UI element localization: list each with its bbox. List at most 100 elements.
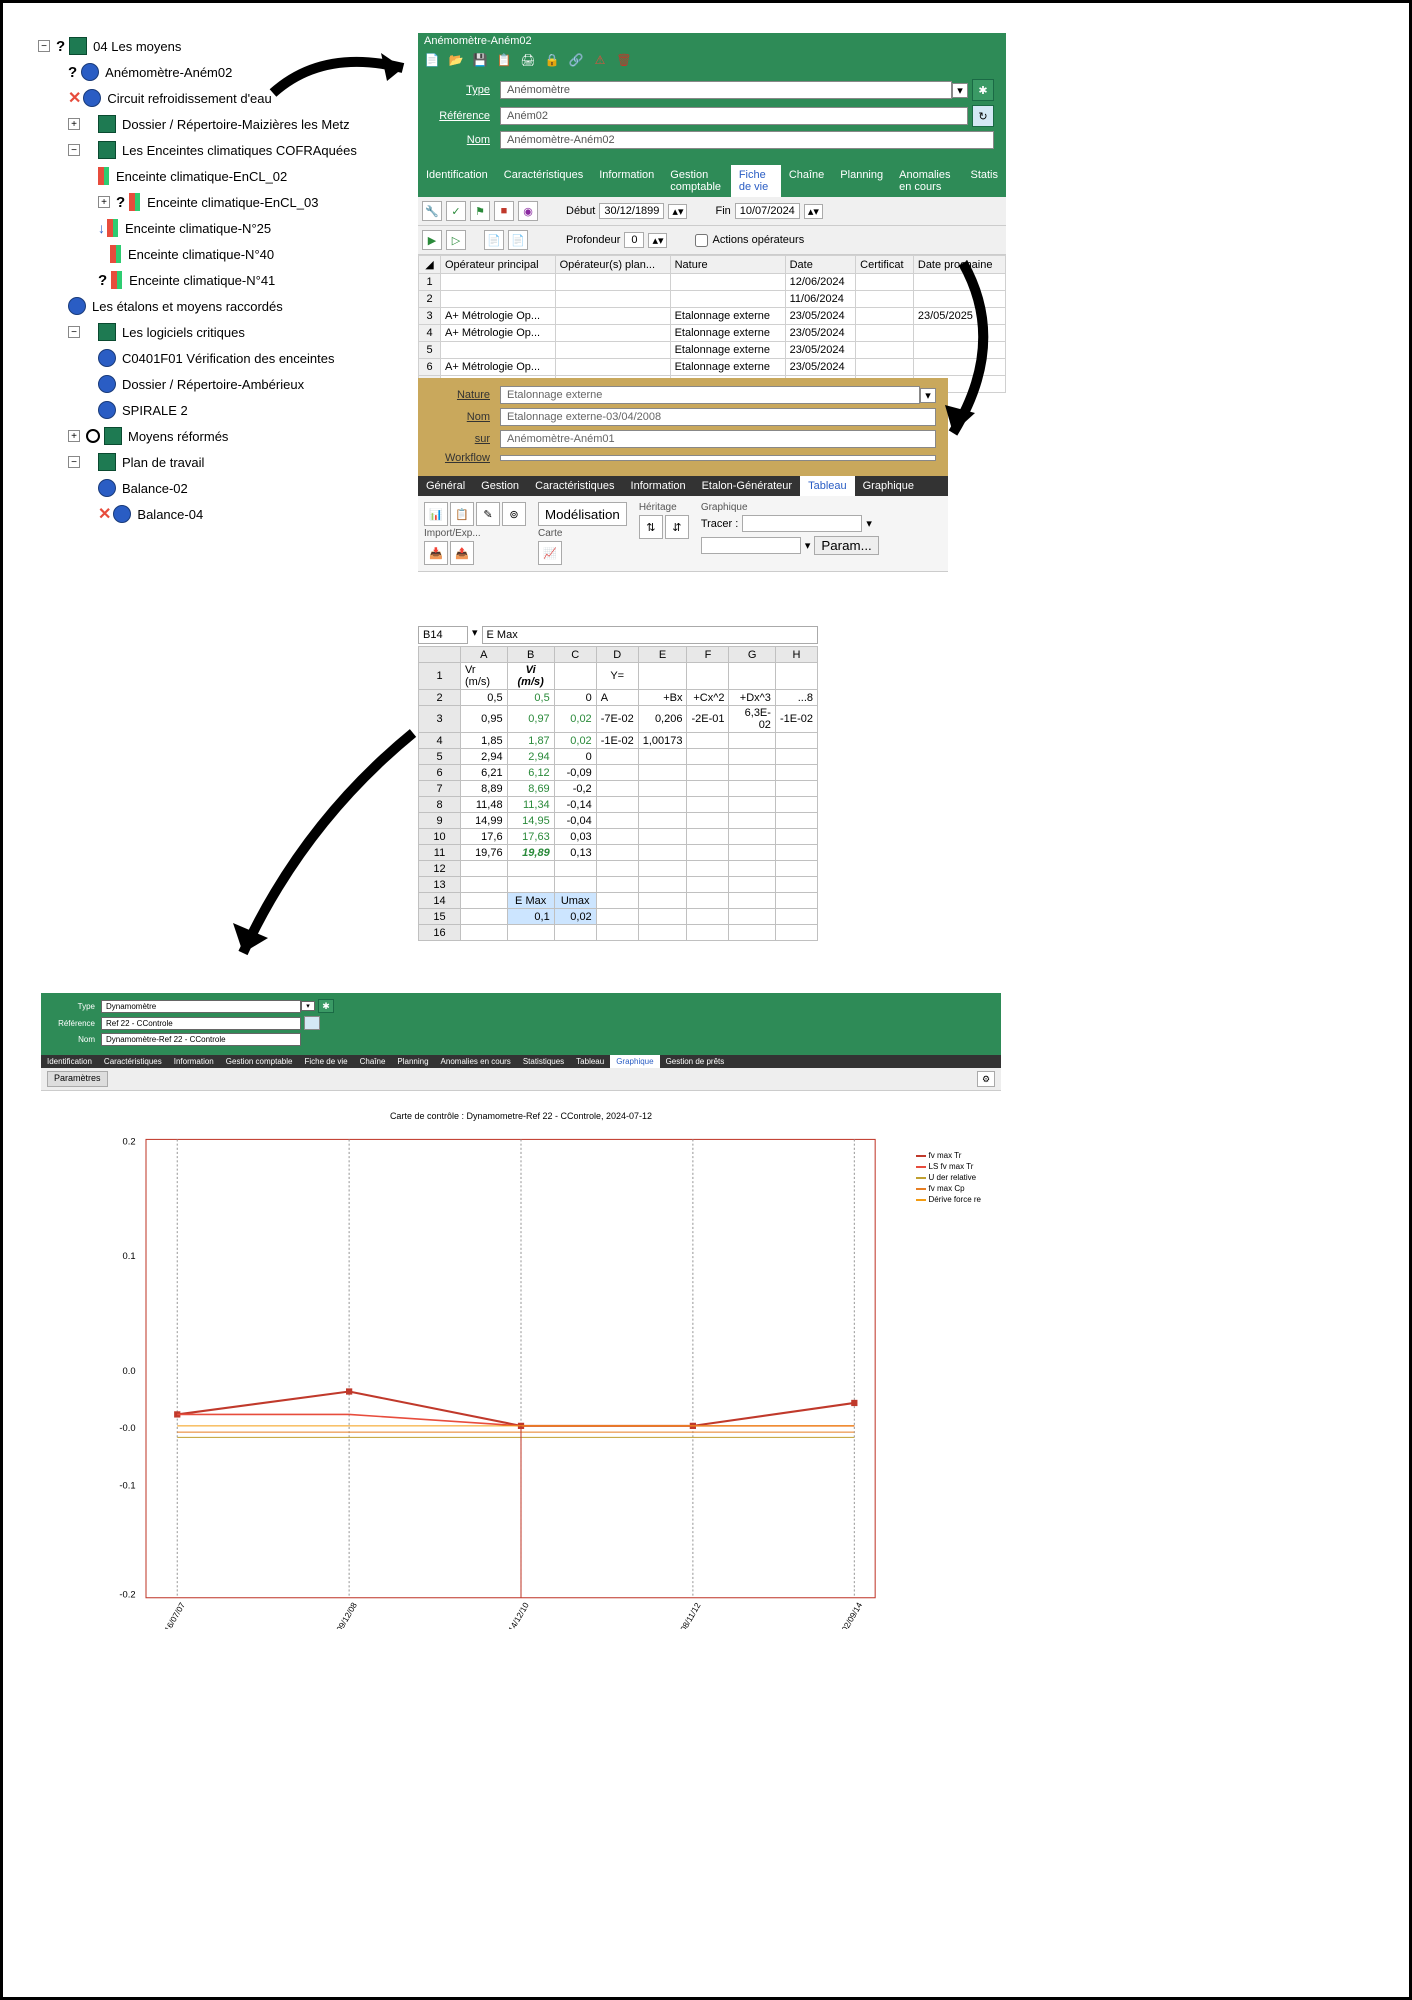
- tree-item[interactable]: − Les logiciels critiques: [38, 319, 408, 345]
- tree-item[interactable]: + Moyens réformés: [38, 423, 408, 449]
- settings-icon[interactable]: ⚙: [977, 1071, 995, 1087]
- profondeur-input[interactable]: 0: [624, 232, 644, 248]
- refresh-button[interactable]: [304, 1016, 320, 1030]
- collapse-icon[interactable]: −: [38, 40, 50, 52]
- tab[interactable]: Chaîne: [354, 1055, 392, 1068]
- grid-header[interactable]: Opérateur principal: [441, 256, 556, 274]
- tree-item[interactable]: SPIRALE 2: [38, 397, 408, 423]
- grid-header[interactable]: Certificat: [856, 256, 914, 274]
- tab-graphique[interactable]: Graphique: [610, 1055, 659, 1068]
- modelisation-button[interactable]: Modélisation: [538, 502, 627, 526]
- expand-icon[interactable]: +: [98, 196, 110, 208]
- tab-chaine[interactable]: Chaîne: [781, 165, 832, 197]
- table-row[interactable]: 211/06/2024: [419, 291, 1006, 308]
- sur-input[interactable]: Anémomètre-Aném01: [500, 430, 936, 448]
- cell-val-input[interactable]: [482, 626, 818, 644]
- actions-checkbox[interactable]: [695, 234, 708, 247]
- tree-item[interactable]: ↓ Enceinte climatique-N°25: [38, 215, 408, 241]
- tree-item[interactable]: Enceinte climatique-EnCL_02: [38, 163, 408, 189]
- fin-spinner[interactable]: ▴▾: [804, 204, 823, 219]
- tree-item[interactable]: ? Enceinte climatique-N°41: [38, 267, 408, 293]
- tab-tableau[interactable]: Tableau: [800, 476, 855, 496]
- tool-flag-icon[interactable]: ⚑: [470, 201, 490, 221]
- tool-icon[interactable]: 📊: [424, 502, 448, 526]
- tab-identification[interactable]: Identification: [418, 165, 496, 197]
- open-icon[interactable]: 📂: [448, 52, 464, 68]
- tree-item[interactable]: Les étalons et moyens raccordés: [38, 293, 408, 319]
- spreadsheet[interactable]: ABC DEF GH 1Vr (m/s)Vi (m/s)Y= 20,50,50A…: [418, 646, 818, 941]
- tab[interactable]: Fiche de vie: [298, 1055, 353, 1068]
- tool-icon[interactable]: 📋: [450, 502, 474, 526]
- table-row[interactable]: 6A+ Métrologie Op...Etalonnage externe23…: [419, 359, 1006, 376]
- dropdown-icon[interactable]: ▾: [866, 517, 872, 530]
- tree-item[interactable]: + ? Enceinte climatique-EnCL_03: [38, 189, 408, 215]
- doc-icon[interactable]: 📄: [484, 230, 504, 250]
- table-row[interactable]: 4A+ Métrologie Op...Etalonnage externe23…: [419, 325, 1006, 342]
- heritage-icon[interactable]: ⇵: [665, 515, 689, 539]
- tree-root[interactable]: − ? 04 Les moyens: [38, 33, 408, 59]
- ref-input[interactable]: Aném02: [500, 107, 968, 125]
- param-button[interactable]: Param...: [814, 536, 878, 555]
- history-grid[interactable]: ◢ Opérateur principal Opérateur(s) plan.…: [418, 255, 1006, 393]
- grid-header[interactable]: Date: [785, 256, 856, 274]
- tab-caracteristiques[interactable]: Caractéristiques: [496, 165, 591, 197]
- dropdown-icon[interactable]: ▾: [920, 388, 936, 403]
- tool-check-icon[interactable]: ✓: [446, 201, 466, 221]
- tool-icon[interactable]: ✎: [476, 502, 500, 526]
- print-icon[interactable]: 🖨: [520, 52, 536, 68]
- export-icon[interactable]: 📤: [450, 541, 474, 565]
- nom-input[interactable]: Dynamomètre-Ref 22 - CControle: [101, 1033, 301, 1046]
- tab-gestion[interactable]: Gestion: [473, 476, 527, 496]
- tree-item[interactable]: − Plan de travail: [38, 449, 408, 475]
- tree-item[interactable]: Balance-02: [38, 475, 408, 501]
- expand-icon[interactable]: +: [68, 430, 80, 442]
- profondeur-spinner[interactable]: ▴▾: [648, 233, 667, 248]
- nature-input[interactable]: Etalonnage externe: [500, 386, 920, 404]
- dropdown-icon[interactable]: ▾: [472, 626, 478, 644]
- tab[interactable]: Caractéristiques: [98, 1055, 168, 1068]
- cell-ref-input[interactable]: [418, 626, 468, 644]
- type-action-button[interactable]: ✱: [972, 79, 994, 101]
- nom-input[interactable]: Anémomètre-Aném02: [500, 131, 994, 149]
- tree-item[interactable]: Dossier / Répertoire-Ambérieux: [38, 371, 408, 397]
- debut-spinner[interactable]: ▴▾: [668, 204, 687, 219]
- tab-etalon[interactable]: Etalon-Générateur: [694, 476, 801, 496]
- table-row[interactable]: 3A+ Métrologie Op...Etalonnage externe23…: [419, 308, 1006, 325]
- tab-anomalies[interactable]: Anomalies en cours: [891, 165, 962, 197]
- tool-wrench-icon[interactable]: 🔧: [422, 201, 442, 221]
- heritage-icon[interactable]: ⇅: [639, 515, 663, 539]
- tool-stop-icon[interactable]: ■: [494, 201, 514, 221]
- tab[interactable]: Anomalies en cours: [435, 1055, 517, 1068]
- tab[interactable]: Tableau: [570, 1055, 610, 1068]
- collapse-icon[interactable]: −: [68, 144, 80, 156]
- tree-item[interactable]: ✕ Balance-04: [38, 501, 408, 527]
- save-icon[interactable]: 💾: [472, 52, 488, 68]
- table-row[interactable]: 5Etalonnage externe23/05/2024: [419, 342, 1006, 359]
- tab-gestion-comptable[interactable]: Gestion comptable: [662, 165, 731, 197]
- delete-icon[interactable]: 🗑: [616, 52, 632, 68]
- tree-item[interactable]: Enceinte climatique-N°40: [38, 241, 408, 267]
- tab-statis[interactable]: Statis: [962, 165, 1006, 197]
- type-input[interactable]: Dynamomètre: [101, 1000, 301, 1013]
- tree-item[interactable]: C0401F01 Vérification des enceintes: [38, 345, 408, 371]
- grid-header[interactable]: Date prochaine: [913, 256, 1005, 274]
- filter-icon[interactable]: ▶: [422, 230, 442, 250]
- tab[interactable]: Gestion comptable: [220, 1055, 299, 1068]
- doc2-icon[interactable]: 📄: [508, 230, 528, 250]
- dropdown-icon[interactable]: ▾: [805, 539, 811, 552]
- tree-item[interactable]: − Les Enceintes climatiques COFRAquées: [38, 137, 408, 163]
- tracer-input[interactable]: [742, 515, 862, 532]
- parametres-tab[interactable]: Paramètres: [47, 1071, 108, 1087]
- carte-icon[interactable]: 📈: [538, 541, 562, 565]
- warning-icon[interactable]: ⚠: [592, 52, 608, 68]
- table-row[interactable]: 112/06/2024: [419, 274, 1006, 291]
- tab-planning[interactable]: Planning: [832, 165, 891, 197]
- debut-input[interactable]: 30/12/1899: [599, 203, 664, 219]
- tree-item[interactable]: + Dossier / Répertoire-Maizières les Met…: [38, 111, 408, 137]
- tab[interactable]: Planning: [391, 1055, 434, 1068]
- new-icon[interactable]: 📄: [424, 52, 440, 68]
- tool-icon[interactable]: ⊚: [502, 502, 526, 526]
- tree-item[interactable]: ✕ Circuit refroidissement d'eau: [38, 85, 408, 111]
- ref-input[interactable]: Ref 22 - CControle: [101, 1017, 301, 1030]
- param-input[interactable]: [701, 537, 801, 554]
